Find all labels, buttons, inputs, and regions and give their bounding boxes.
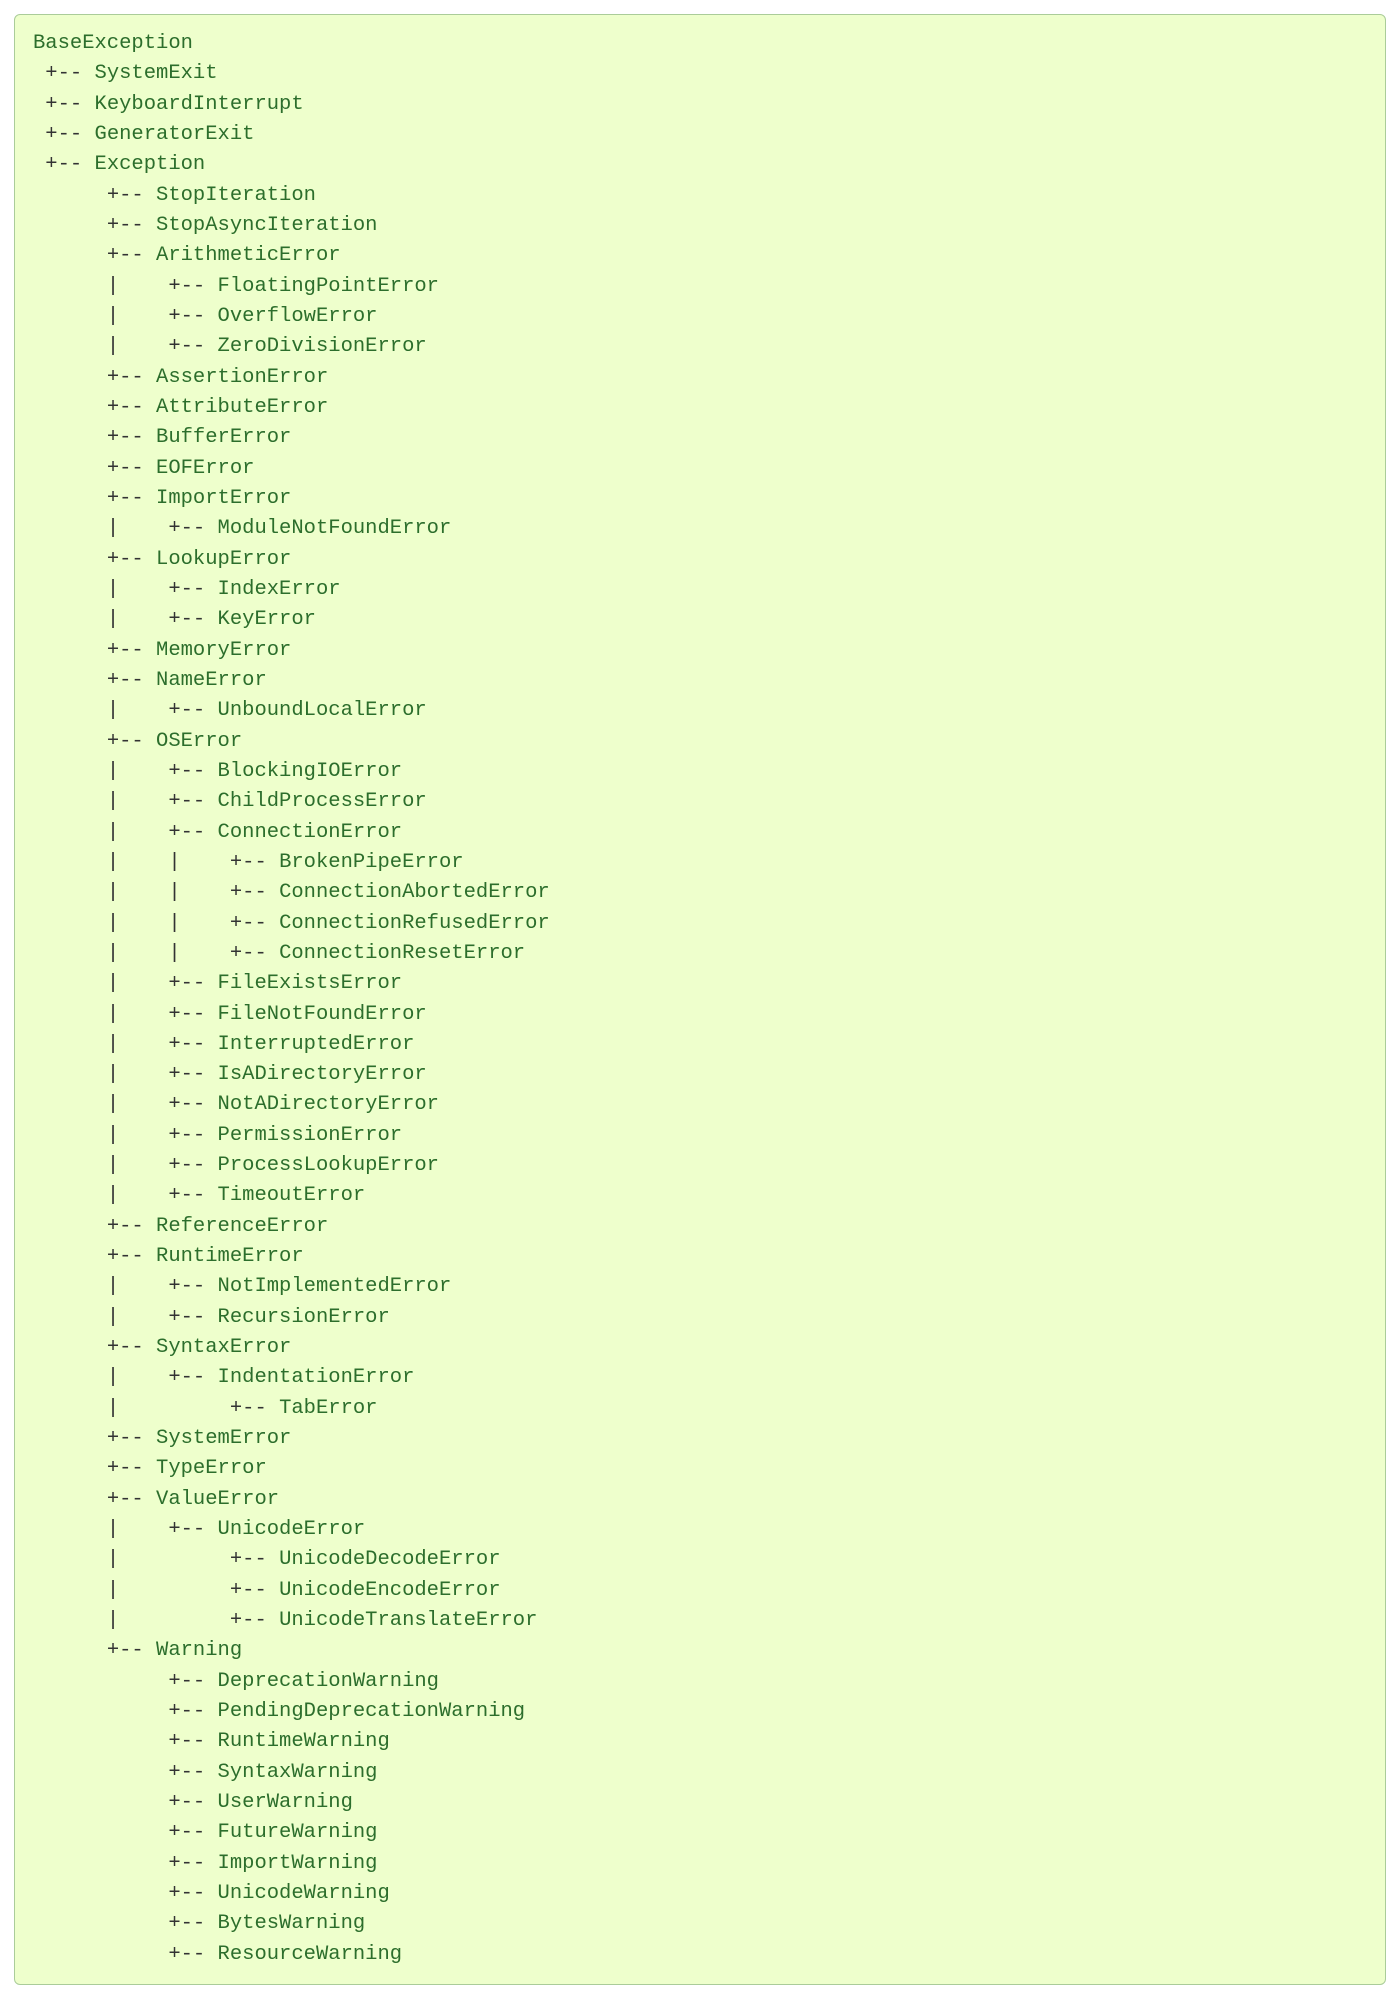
exception-name: StopIteration — [156, 184, 316, 207]
exception-name: Warning — [156, 1639, 242, 1662]
exception-name: NameError — [156, 669, 267, 692]
exception-name: ConnectionError — [218, 821, 403, 844]
exception-name: UnicodeEncodeError — [279, 1579, 500, 1602]
exception-name: ImportError — [156, 487, 291, 510]
exception-name: SyntaxError — [156, 1336, 291, 1359]
exception-name: TimeoutError — [218, 1184, 366, 1207]
exception-name: ResourceWarning — [218, 1943, 403, 1966]
exception-name: IndexError — [218, 578, 341, 601]
exception-name: RecursionError — [218, 1306, 390, 1329]
exception-name: ReferenceError — [156, 1215, 328, 1238]
exception-name: RuntimeError — [156, 1245, 304, 1268]
exception-name: TypeError — [156, 1457, 267, 1480]
exception-name: SystemExit — [95, 62, 218, 85]
exception-name: UnicodeWarning — [218, 1882, 390, 1905]
exception-name: ModuleNotFoundError — [218, 517, 452, 540]
exception-name: OSError — [156, 730, 242, 753]
exception-name: AttributeError — [156, 396, 328, 419]
exception-name: OverflowError — [218, 305, 378, 328]
exception-hierarchy-codeblock: BaseException +-- SystemExit +-- Keyboar… — [14, 14, 1386, 1985]
exception-name: UnboundLocalError — [218, 699, 427, 722]
exception-name: ProcessLookupError — [218, 1154, 439, 1177]
exception-name: DeprecationWarning — [218, 1670, 439, 1693]
exception-name: PermissionError — [218, 1124, 403, 1147]
exception-name: BufferError — [156, 426, 291, 449]
exception-name: RuntimeWarning — [218, 1730, 390, 1753]
exception-name: BrokenPipeError — [279, 851, 464, 874]
exception-name: SyntaxWarning — [218, 1761, 378, 1784]
exception-name: GeneratorExit — [95, 123, 255, 146]
exception-name: ZeroDivisionError — [218, 335, 427, 358]
exception-name: NotADirectoryError — [218, 1093, 439, 1116]
exception-name: ValueError — [156, 1488, 279, 1511]
exception-name: IsADirectoryError — [218, 1063, 427, 1086]
exception-hierarchy-tree: BaseException +-- SystemExit +-- Keyboar… — [33, 29, 1367, 1970]
exception-name: BytesWarning — [218, 1912, 366, 1935]
exception-name: ConnectionResetError — [279, 942, 525, 965]
exception-name: BaseException — [33, 32, 193, 55]
exception-name: FileExistsError — [218, 972, 403, 995]
exception-name: InterruptedError — [218, 1033, 415, 1056]
exception-name: ConnectionRefusedError — [279, 912, 550, 935]
exception-name: LookupError — [156, 548, 291, 571]
exception-name: ImportWarning — [218, 1852, 378, 1875]
exception-name: MemoryError — [156, 639, 291, 662]
exception-name: FileNotFoundError — [218, 1003, 427, 1026]
exception-name: KeyError — [218, 608, 316, 631]
exception-name: FutureWarning — [218, 1821, 378, 1844]
exception-name: UnicodeError — [218, 1518, 366, 1541]
exception-name: AssertionError — [156, 366, 328, 389]
exception-name: ArithmeticError — [156, 244, 341, 267]
exception-name: UnicodeTranslateError — [279, 1609, 537, 1632]
exception-name: PendingDeprecationWarning — [218, 1700, 526, 1723]
exception-name: EOFError — [156, 457, 254, 480]
exception-name: TabError — [279, 1397, 377, 1420]
exception-name: Exception — [95, 153, 206, 176]
exception-name: KeyboardInterrupt — [95, 93, 304, 116]
exception-name: IndentationError — [218, 1366, 415, 1389]
exception-name: UserWarning — [218, 1791, 353, 1814]
exception-name: ConnectionAbortedError — [279, 881, 550, 904]
exception-name: ChildProcessError — [218, 790, 427, 813]
exception-name: FloatingPointError — [218, 275, 439, 298]
exception-name: SystemError — [156, 1427, 291, 1450]
exception-name: BlockingIOError — [218, 760, 403, 783]
exception-name: UnicodeDecodeError — [279, 1548, 500, 1571]
exception-name: NotImplementedError — [218, 1275, 452, 1298]
exception-name: StopAsyncIteration — [156, 214, 377, 237]
